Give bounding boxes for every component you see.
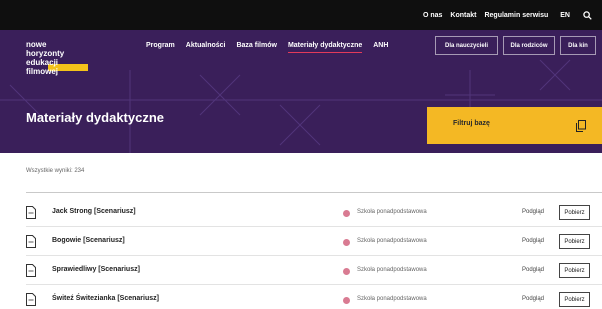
language-switch[interactable]: EN <box>560 12 570 19</box>
document-icon <box>26 293 36 306</box>
copy-icon <box>576 119 586 132</box>
link-contact[interactable]: Kontakt <box>450 12 476 19</box>
link-about[interactable]: O nas <box>423 12 442 19</box>
site-logo[interactable]: nowe horyzonty edukacji filmowej <box>26 40 96 76</box>
school-level-dot <box>343 268 350 275</box>
filter-database-button[interactable]: Filtruj bazę <box>427 107 602 144</box>
document-icon <box>26 206 36 219</box>
logo-line: horyzonty <box>26 49 65 58</box>
results-divider <box>26 192 602 193</box>
nav-news[interactable]: Aktualności <box>186 42 226 53</box>
nav-film-database[interactable]: Baza filmów <box>236 42 276 53</box>
main-navigation: Program Aktualności Baza filmów Materiał… <box>146 42 388 53</box>
preview-link[interactable]: Podgląd <box>522 296 544 302</box>
for-parents-button[interactable]: Dla rodziców <box>503 36 555 55</box>
school-level-dot <box>343 239 350 246</box>
document-icon <box>26 235 36 248</box>
result-title[interactable]: Sprawiedliwy [Scenariusz] <box>52 266 140 273</box>
results-list: Jack Strong [Scenariusz] Szkoła ponadpod… <box>26 198 602 309</box>
audience-buttons: Dla nauczycieli Dla rodziców Dla kin <box>435 36 596 55</box>
download-button[interactable]: Pobierz <box>559 292 590 307</box>
nav-anh[interactable]: ANH <box>373 42 388 53</box>
preview-link[interactable]: Podgląd <box>522 267 544 273</box>
result-row: Świteź Świtezianka [Scenariusz] Szkoła p… <box>26 285 602 309</box>
results-count: Wszystkie wyniki: 234 <box>26 168 85 174</box>
page-title: Materiały dydaktyczne <box>26 110 165 125</box>
school-level: Szkoła ponadpodstawowa <box>357 238 427 244</box>
school-level-dot <box>343 210 350 217</box>
logo-line: filmowej <box>26 67 59 76</box>
school-level: Szkoła ponadpodstawowa <box>357 267 427 273</box>
logo-line: nowe <box>26 40 47 49</box>
result-row: Bogowie [Scenariusz] Szkoła ponadpodstaw… <box>26 227 602 256</box>
for-teachers-button[interactable]: Dla nauczycieli <box>435 36 498 55</box>
utility-links: O nas Kontakt Regulamin serwisu EN <box>423 0 592 30</box>
download-button[interactable]: Pobierz <box>559 263 590 278</box>
filter-label: Filtruj bazę <box>453 120 490 127</box>
nav-program[interactable]: Program <box>146 42 175 53</box>
download-button[interactable]: Pobierz <box>559 234 590 249</box>
school-level: Szkoła ponadpodstawowa <box>357 209 427 215</box>
school-level-dot <box>343 297 350 304</box>
download-button[interactable]: Pobierz <box>559 205 590 220</box>
search-icon[interactable] <box>582 10 592 20</box>
for-cinemas-button[interactable]: Dla kin <box>560 36 596 55</box>
nav-teaching-materials[interactable]: Materiały dydaktyczne <box>287 42 363 53</box>
document-icon <box>26 264 36 277</box>
logo-line: edukacji <box>26 58 59 67</box>
result-title[interactable]: Jack Strong [Scenariusz] <box>52 208 136 215</box>
result-title[interactable]: Bogowie [Scenariusz] <box>52 237 125 244</box>
preview-link[interactable]: Podgląd <box>522 209 544 215</box>
school-level: Szkoła ponadpodstawowa <box>357 296 427 302</box>
top-utility-bar: O nas Kontakt Regulamin serwisu EN <box>0 0 602 30</box>
result-row: Jack Strong [Scenariusz] Szkoła ponadpod… <box>26 198 602 227</box>
result-title[interactable]: Świteź Świtezianka [Scenariusz] <box>52 295 159 302</box>
preview-link[interactable]: Podgląd <box>522 238 544 244</box>
result-row: Sprawiedliwy [Scenariusz] Szkoła ponadpo… <box>26 256 602 285</box>
link-terms[interactable]: Regulamin serwisu <box>484 12 548 19</box>
